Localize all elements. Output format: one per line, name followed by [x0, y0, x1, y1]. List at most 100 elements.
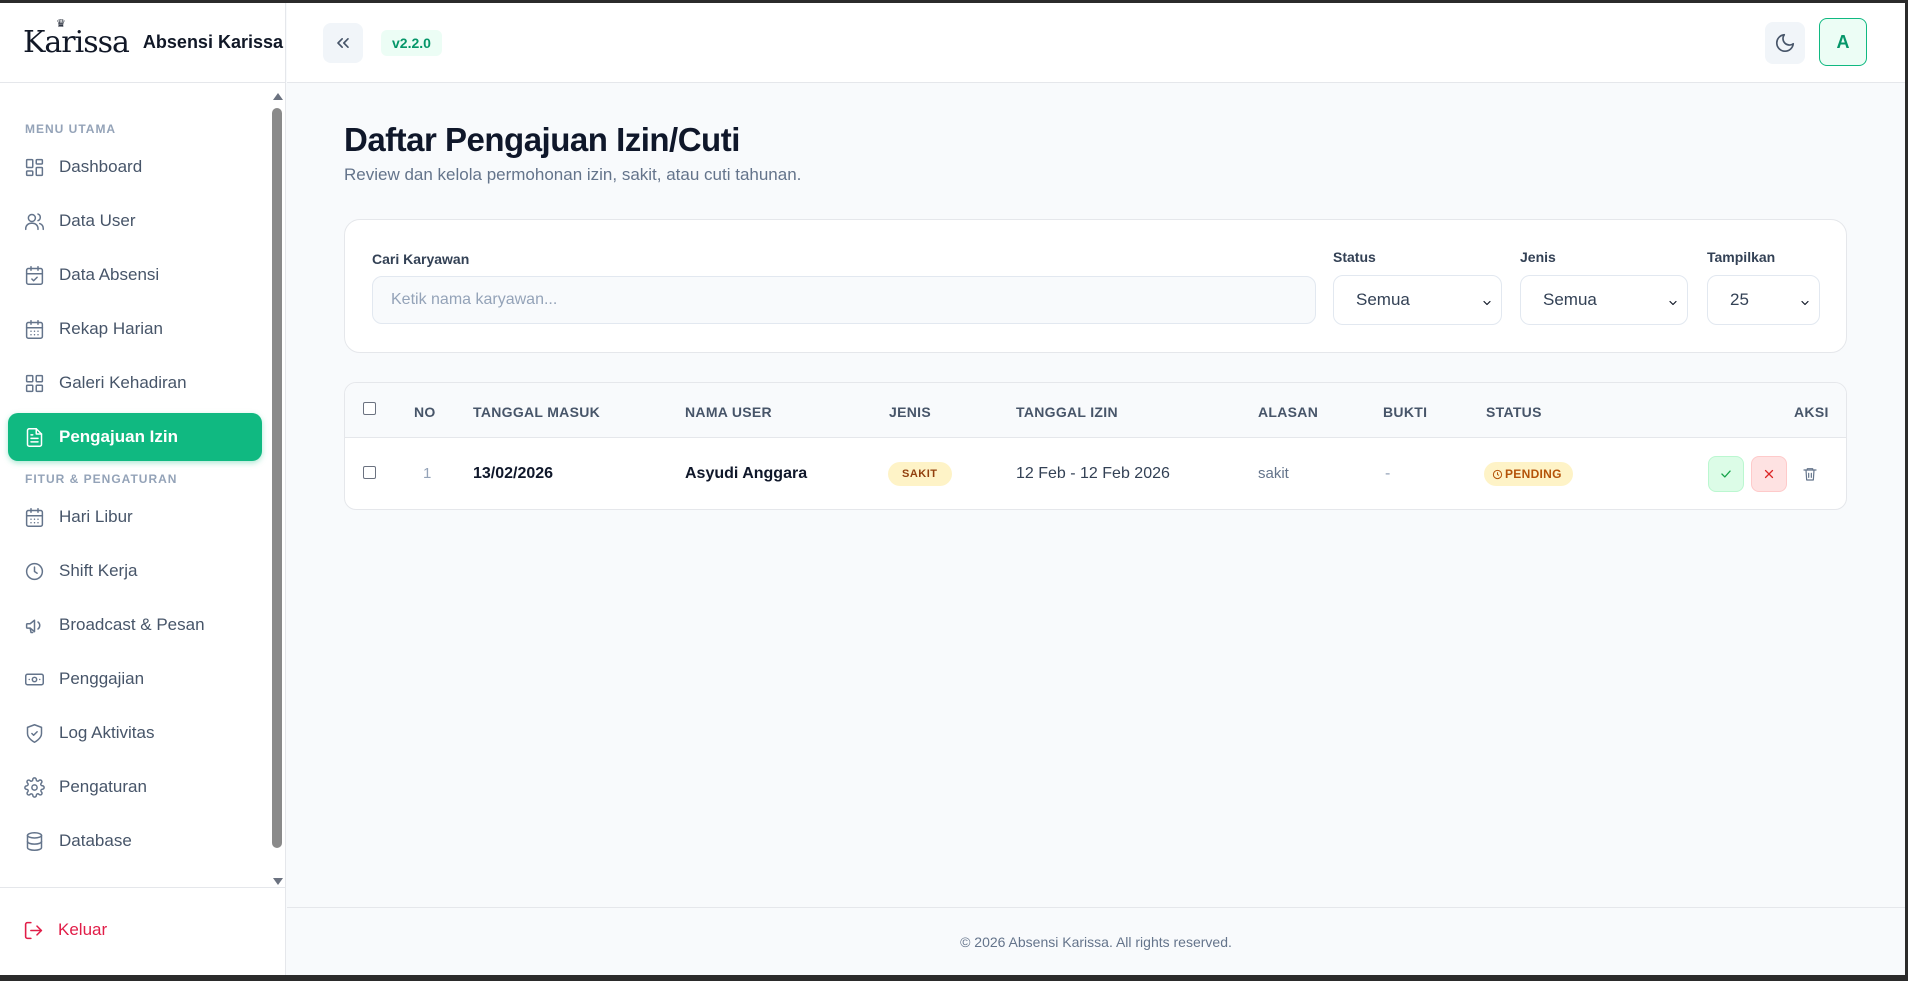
chevrons-left-icon [337, 38, 349, 49]
calendar-icon [23, 506, 45, 528]
app-name: Absensi Karissa [142, 32, 283, 52]
sidebar-item-label: Dashboard [59, 157, 143, 176]
section-title-main: MENU UTAMA [25, 122, 117, 136]
sidebar-item-dashboard[interactable]: Dashboard [8, 143, 262, 191]
chevron-down-icon [1667, 294, 1677, 306]
section-title-features: FITUR & PENGATURAN [25, 472, 178, 486]
search-label: Cari Karyawan [372, 251, 470, 267]
collapse-sidebar-button[interactable] [323, 23, 363, 63]
col-aksi: AKSI [1794, 404, 1829, 420]
sidebar-item-label: Broadcast & Pesan [59, 615, 205, 634]
sidebar-item-label: Pengaturan [59, 777, 147, 796]
banknote-icon [23, 668, 45, 690]
col-no: NO [414, 404, 436, 420]
reject-button[interactable] [1751, 456, 1787, 492]
logout-button[interactable]: Keluar [8, 906, 278, 954]
page-subtitle: Review dan kelola permohonan izin, sakit… [344, 165, 802, 184]
col-jenis: JENIS [889, 404, 931, 420]
close-icon [1764, 469, 1774, 479]
trash-icon [1803, 468, 1817, 481]
sidebar: ♛ Karissa Absensi Karissa MENU UTAMA Dash… [0, 3, 286, 975]
status-badge-label: PENDING [1505, 467, 1562, 481]
users-icon [23, 210, 45, 232]
sidebar-item-data-user[interactable]: Data User [8, 197, 262, 245]
sidebar-scrollbar[interactable] [270, 91, 284, 887]
scroll-thumb[interactable] [272, 108, 282, 848]
sidebar-item-database[interactable]: Database [8, 817, 262, 865]
grid-icon [23, 156, 45, 178]
sidebar-item-broadcast[interactable]: Broadcast & Pesan [8, 601, 262, 649]
col-bukti: BUKTI [1383, 404, 1428, 420]
sidebar-item-label: Galeri Kehadiran [59, 373, 187, 392]
sidebar-item-pengajuan-izin[interactable]: Pengajuan Izin [8, 413, 262, 461]
status-badge: PENDING [1484, 462, 1573, 486]
sidebar-item-label: Shift Kerja [59, 561, 138, 580]
sidebar-item-label: Data Absensi [59, 265, 160, 284]
delete-button[interactable] [1792, 456, 1828, 492]
scroll-down-arrow-icon[interactable] [273, 878, 283, 885]
leave-requests-table: NO TANGGAL MASUK NAMA USER JENIS TANGGAL… [344, 382, 1847, 510]
scroll-up-arrow-icon[interactable] [273, 93, 283, 100]
sidebar-item-label: Database [59, 831, 132, 850]
page-title: Daftar Pengajuan Izin/Cuti [344, 121, 740, 158]
logout-label: Keluar [58, 920, 108, 939]
theme-toggle-button[interactable] [1765, 22, 1805, 64]
search-input[interactable] [372, 276, 1316, 324]
clock-icon [23, 560, 45, 582]
status-select-value: Semua [1356, 290, 1410, 309]
sidebar-item-label: Penggajian [59, 669, 145, 688]
sidebar-menu: MENU UTAMA Dashboard Data User Data Abse… [0, 83, 270, 883]
cell-bukti: - [1385, 465, 1391, 482]
avatar[interactable]: A [1819, 18, 1867, 66]
row-checkbox[interactable] [363, 466, 376, 479]
topbar: v2.2.0 A [287, 3, 1905, 83]
clock-icon [1492, 469, 1503, 479]
cell-alasan: sakit [1258, 465, 1289, 482]
jenis-badge: SAKIT [888, 462, 952, 486]
sidebar-item-galeri-kehadiran[interactable]: Galeri Kehadiran [8, 359, 262, 407]
col-tanggal-masuk: TANGGAL MASUK [473, 404, 601, 420]
logout-icon [23, 920, 44, 941]
version-badge: v2.2.0 [381, 30, 442, 56]
status-select[interactable]: Semua [1333, 275, 1502, 325]
tampilkan-filter-label: Tampilkan [1707, 249, 1776, 265]
sidebar-item-shift-kerja[interactable]: Shift Kerja [8, 547, 262, 595]
sidebar-item-log-aktivitas[interactable]: Log Aktivitas [8, 709, 262, 757]
col-alasan: ALASAN [1258, 404, 1319, 420]
sidebar-item-rekap-harian[interactable]: Rekap Harian [8, 305, 262, 353]
copyright-text: © 2026 Absensi Karissa. All rights reser… [960, 933, 1232, 950]
grid-icon [23, 372, 45, 394]
sidebar-item-label: Pengajuan Izin [59, 427, 179, 446]
chevron-down-icon [1799, 294, 1809, 306]
approve-button[interactable] [1708, 456, 1744, 492]
crown-icon: ♛ [56, 17, 66, 30]
brand[interactable]: ♛ Karissa Absensi Karissa [0, 3, 285, 83]
cell-nama-user: Asyudi Anggara [685, 465, 808, 482]
filter-card: Cari Karyawan Status Semua Jenis Semua T… [344, 219, 1847, 353]
gear-icon [23, 776, 45, 798]
page-size-value: 25 [1730, 290, 1749, 309]
jenis-select[interactable]: Semua [1520, 275, 1688, 325]
sidebar-item-pengaturan[interactable]: Pengaturan [8, 763, 262, 811]
sidebar-item-penggajian[interactable]: Penggajian [8, 655, 262, 703]
logout-area: Keluar [0, 887, 286, 975]
brand-logo: ♛ Karissa [23, 17, 130, 60]
calendar-icon [23, 318, 45, 340]
col-tanggal-izin: TANGGAL IZIN [1016, 404, 1118, 420]
shield-check-icon [23, 722, 45, 744]
footer: © 2026 Absensi Karissa. All rights reser… [287, 907, 1905, 975]
col-status: STATUS [1486, 404, 1542, 420]
select-all-checkbox[interactable] [363, 402, 376, 415]
moon-icon [1775, 33, 1795, 53]
sidebar-item-data-absensi[interactable]: Data Absensi [8, 251, 262, 299]
brand-logo-text: Karissa [23, 25, 130, 60]
check-icon [1721, 470, 1731, 478]
sidebar-item-hari-libur[interactable]: Hari Libur [8, 493, 262, 541]
megaphone-icon [23, 614, 45, 636]
table-header: NO TANGGAL MASUK NAMA USER JENIS TANGGAL… [345, 383, 1846, 438]
document-icon [23, 426, 45, 448]
sidebar-item-label: Data User [59, 211, 136, 230]
cell-no: 1 [423, 465, 432, 482]
page-size-select[interactable]: 25 [1707, 275, 1820, 325]
status-filter-label: Status [1333, 249, 1376, 265]
